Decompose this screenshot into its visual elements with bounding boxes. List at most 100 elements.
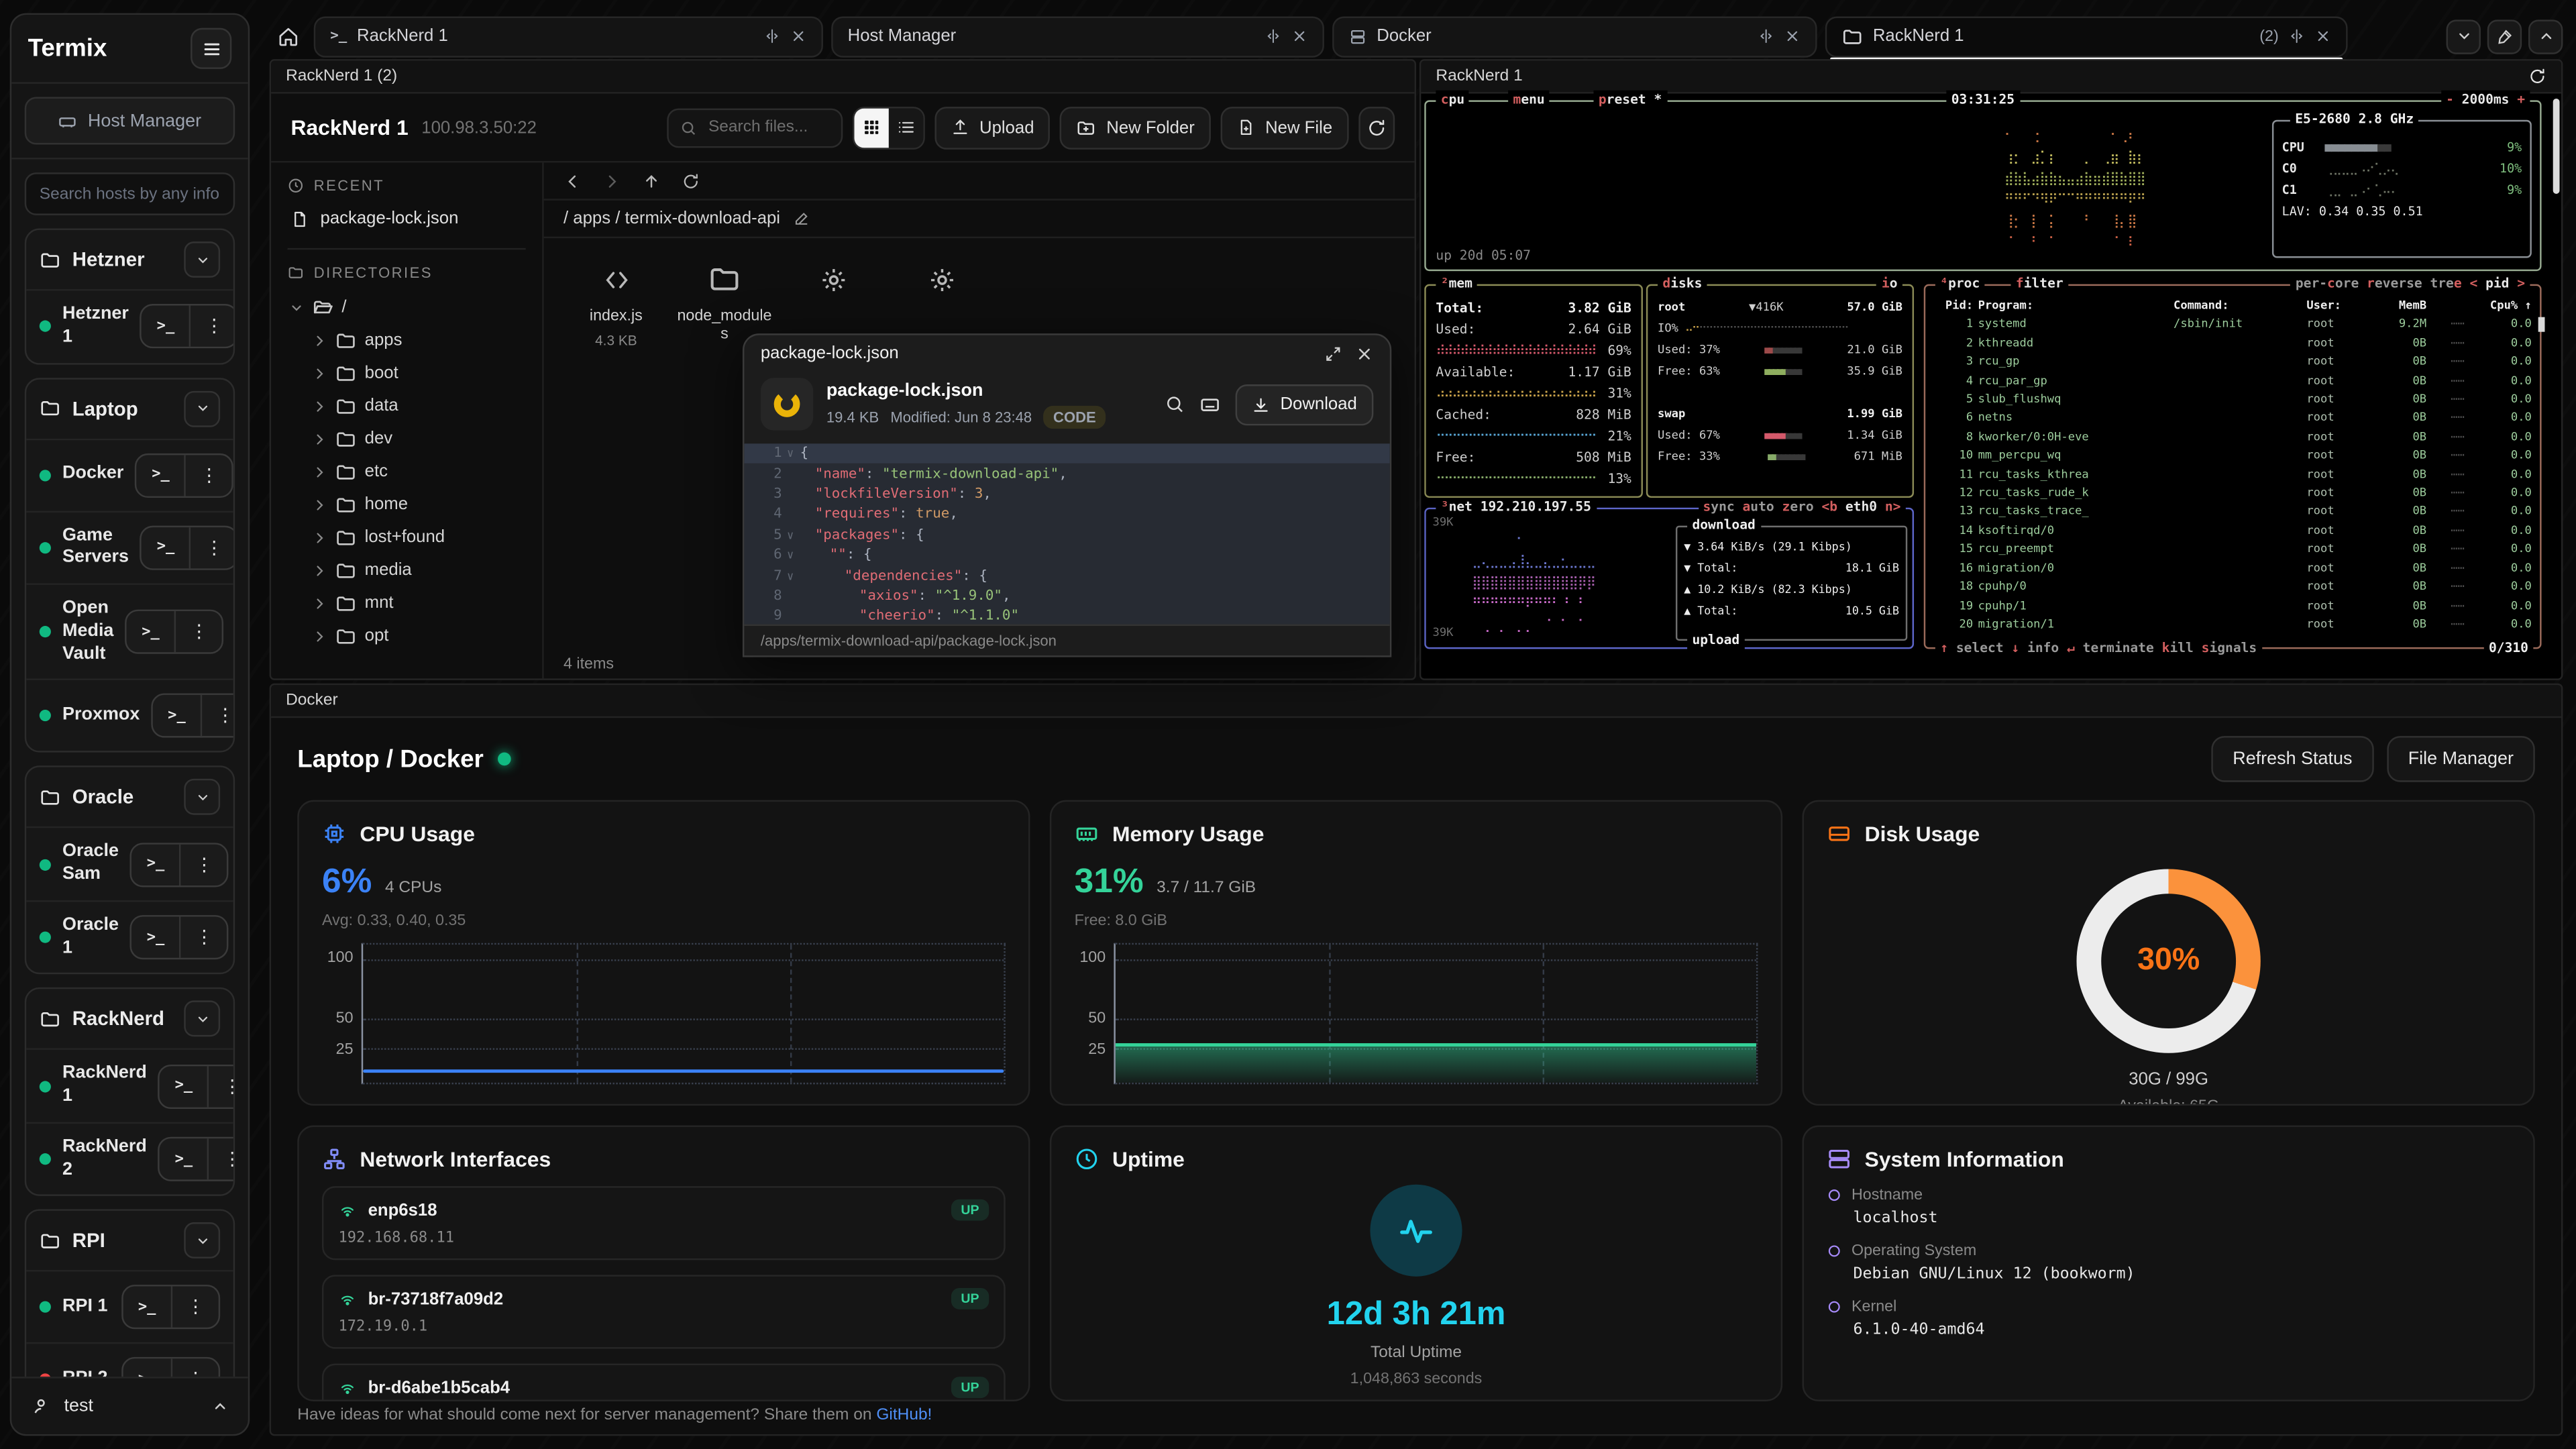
proc-row[interactable]: 20migration/1root0B⋯⋯0.0: [1925, 616, 2540, 635]
open-terminal-button[interactable]: >_: [137, 454, 184, 495]
host-menu-button[interactable]: ⋮: [189, 306, 235, 347]
host-menu-button[interactable]: ⋮: [184, 454, 232, 495]
tree-item-root[interactable]: /: [288, 290, 526, 323]
grid-view-button[interactable]: [855, 107, 889, 147]
file-search-input[interactable]: [667, 107, 843, 147]
close-tab-icon[interactable]: [1784, 28, 1801, 44]
host-menu-button[interactable]: ⋮: [180, 844, 227, 885]
tools-button[interactable]: [2487, 19, 2522, 53]
tab-host-manager[interactable]: Host Manager: [831, 15, 1324, 56]
group-header[interactable]: Oracle: [26, 767, 233, 826]
sidebar-host-docker[interactable]: Docker>_⋮: [26, 438, 233, 511]
tab-racknerd-1[interactable]: RackNerd 1(2): [1825, 15, 2348, 56]
terminal-screen[interactable]: cpu menu preset * 03:31:25 - 2000ms + ⠂⠀…: [1421, 94, 2561, 680]
open-terminal-button[interactable]: >_: [160, 1065, 207, 1106]
proc-row[interactable]: 12rcu_tasks_rude_kroot0B⋯⋯0.0: [1925, 485, 2540, 504]
tree-item-apps[interactable]: apps: [288, 323, 526, 356]
reconnect-icon[interactable]: [2528, 67, 2546, 85]
collapse-group-button[interactable]: [184, 1223, 220, 1259]
split-view-icon[interactable]: [1265, 28, 1281, 44]
edit-path-icon[interactable]: [794, 210, 810, 226]
file-manager-button[interactable]: File Manager: [2387, 736, 2535, 782]
new-file-button[interactable]: New File: [1221, 106, 1349, 149]
sidebar-host-open-media-vault[interactable]: Open Media Vault>_⋮: [26, 583, 233, 679]
sidebar-host-rpi-1[interactable]: RPI 1>_⋮: [26, 1271, 233, 1343]
home-button[interactable]: [270, 18, 306, 54]
proc-scrollbar[interactable]: [2538, 318, 2545, 333]
group-header[interactable]: Hetzner: [26, 230, 233, 289]
proc-row[interactable]: 19cpuhp/1root0B⋯⋯0.0: [1925, 597, 2540, 616]
split-view-icon[interactable]: [1758, 28, 1774, 44]
tree-item-dev[interactable]: dev: [288, 422, 526, 455]
collapse-group-button[interactable]: [184, 779, 220, 815]
refresh-status-button[interactable]: Refresh Status: [2211, 736, 2373, 782]
proc-row[interactable]: 18cpuhp/0root0B⋯⋯0.0: [1925, 578, 2540, 597]
host-menu-button[interactable]: ⋮: [201, 696, 235, 737]
btop-cpu-label[interactable]: cpu: [1436, 91, 1469, 110]
collapse-group-button[interactable]: [184, 390, 220, 427]
group-header[interactable]: Laptop: [26, 378, 233, 437]
sidebar-host-hetzner-1[interactable]: Hetzner 1>_⋮: [26, 289, 233, 362]
proc-row[interactable]: 5slub_flushwqroot0B⋯⋯0.0: [1925, 391, 2540, 410]
tree-item-opt[interactable]: opt: [288, 619, 526, 652]
sidebar-host-racknerd-1[interactable]: RackNerd 1>_⋮: [26, 1049, 233, 1122]
btop-io-label[interactable]: io: [1877, 274, 1902, 294]
code-viewer[interactable]: 1∨{2"name": "termix-download-api",3"lock…: [744, 443, 1389, 624]
open-terminal-button[interactable]: >_: [160, 1138, 207, 1179]
collapse-group-button[interactable]: [184, 1001, 220, 1037]
open-terminal-button[interactable]: >_: [123, 1287, 171, 1328]
proc-row[interactable]: 14ksoftirqd/0root0B⋯⋯0.0: [1925, 522, 2540, 541]
close-tab-icon[interactable]: [2315, 28, 2331, 44]
search-in-file-icon[interactable]: [1165, 394, 1185, 414]
proc-row[interactable]: 16migration/0root0B⋯⋯0.0: [1925, 559, 2540, 578]
sidebar-host-game-servers[interactable]: Game Servers>_⋮: [26, 510, 233, 583]
open-terminal-button[interactable]: >_: [153, 696, 201, 737]
list-view-button[interactable]: [889, 107, 923, 147]
btop-net-label[interactable]: ³net 192.210.197.55: [1436, 498, 1596, 517]
sidebar-host-racknerd-2[interactable]: RackNerd 2>_⋮: [26, 1122, 233, 1195]
open-terminal-button[interactable]: >_: [123, 1359, 171, 1377]
sidebar-host-oracle-sam[interactable]: Oracle Sam>_⋮: [26, 826, 233, 900]
chevron-up-icon[interactable]: [212, 1398, 228, 1414]
proc-row[interactable]: 10mm_percpu_wqroot0B⋯⋯0.0: [1925, 447, 2540, 466]
btop-filter-label[interactable]: filter: [2011, 274, 2069, 294]
host-menu-button[interactable]: ⋮: [207, 1138, 235, 1179]
host-menu-button[interactable]: ⋮: [171, 1287, 219, 1328]
proc-row[interactable]: 1systemd/sbin/initroot9.2M⋯⋯0.0: [1925, 316, 2540, 335]
tree-item-data[interactable]: data: [288, 389, 526, 422]
open-terminal-button[interactable]: >_: [127, 611, 174, 652]
tab-docker[interactable]: Docker: [1332, 15, 1817, 56]
proc-row[interactable]: 8kworker/0:0H-everoot0B⋯⋯0.0: [1925, 429, 2540, 447]
tree-item-mnt[interactable]: mnt: [288, 586, 526, 619]
recent-file-item[interactable]: package-lock.json: [288, 204, 526, 233]
tree-item-lost+found[interactable]: lost+found: [288, 521, 526, 553]
tree-item-etc[interactable]: etc: [288, 455, 526, 488]
file-search-field[interactable]: [705, 117, 820, 138]
split-view-icon[interactable]: [764, 28, 780, 44]
github-link[interactable]: GitHub!: [876, 1406, 932, 1424]
expand-icon[interactable]: [1324, 344, 1342, 362]
tree-item-media[interactable]: media: [288, 553, 526, 586]
open-terminal-button[interactable]: >_: [132, 844, 180, 885]
close-tab-icon[interactable]: [790, 28, 806, 44]
fold-marker[interactable]: ∨: [787, 447, 800, 461]
tab-scroll-up-button[interactable]: [2528, 19, 2563, 53]
forward-icon[interactable]: [603, 172, 621, 190]
keyboard-icon[interactable]: [1199, 394, 1221, 415]
new-folder-button[interactable]: New Folder: [1061, 106, 1212, 149]
btop-interval-control[interactable]: - 2000ms +: [2441, 91, 2530, 110]
fold-marker[interactable]: ∨: [787, 549, 800, 562]
host-menu-button[interactable]: ⋮: [190, 527, 235, 568]
open-terminal-button[interactable]: >_: [142, 527, 189, 568]
host-manager-button[interactable]: Host Manager: [25, 97, 235, 144]
btop-mem-label[interactable]: ²mem: [1436, 274, 1477, 294]
download-button[interactable]: Download: [1236, 384, 1373, 425]
close-icon[interactable]: [1355, 344, 1373, 362]
host-menu-button[interactable]: ⋮: [180, 917, 227, 958]
back-icon[interactable]: [564, 172, 582, 190]
btop-proc-label[interactable]: ⁴proc: [1935, 274, 1985, 294]
proc-row[interactable]: 15rcu_preemptroot0B⋯⋯0.0: [1925, 541, 2540, 559]
tab-scroll-down-button[interactable]: [2447, 19, 2481, 53]
proc-row[interactable]: 4rcu_par_gproot0B⋯⋯0.0: [1925, 372, 2540, 391]
group-header[interactable]: RPI: [26, 1212, 233, 1271]
